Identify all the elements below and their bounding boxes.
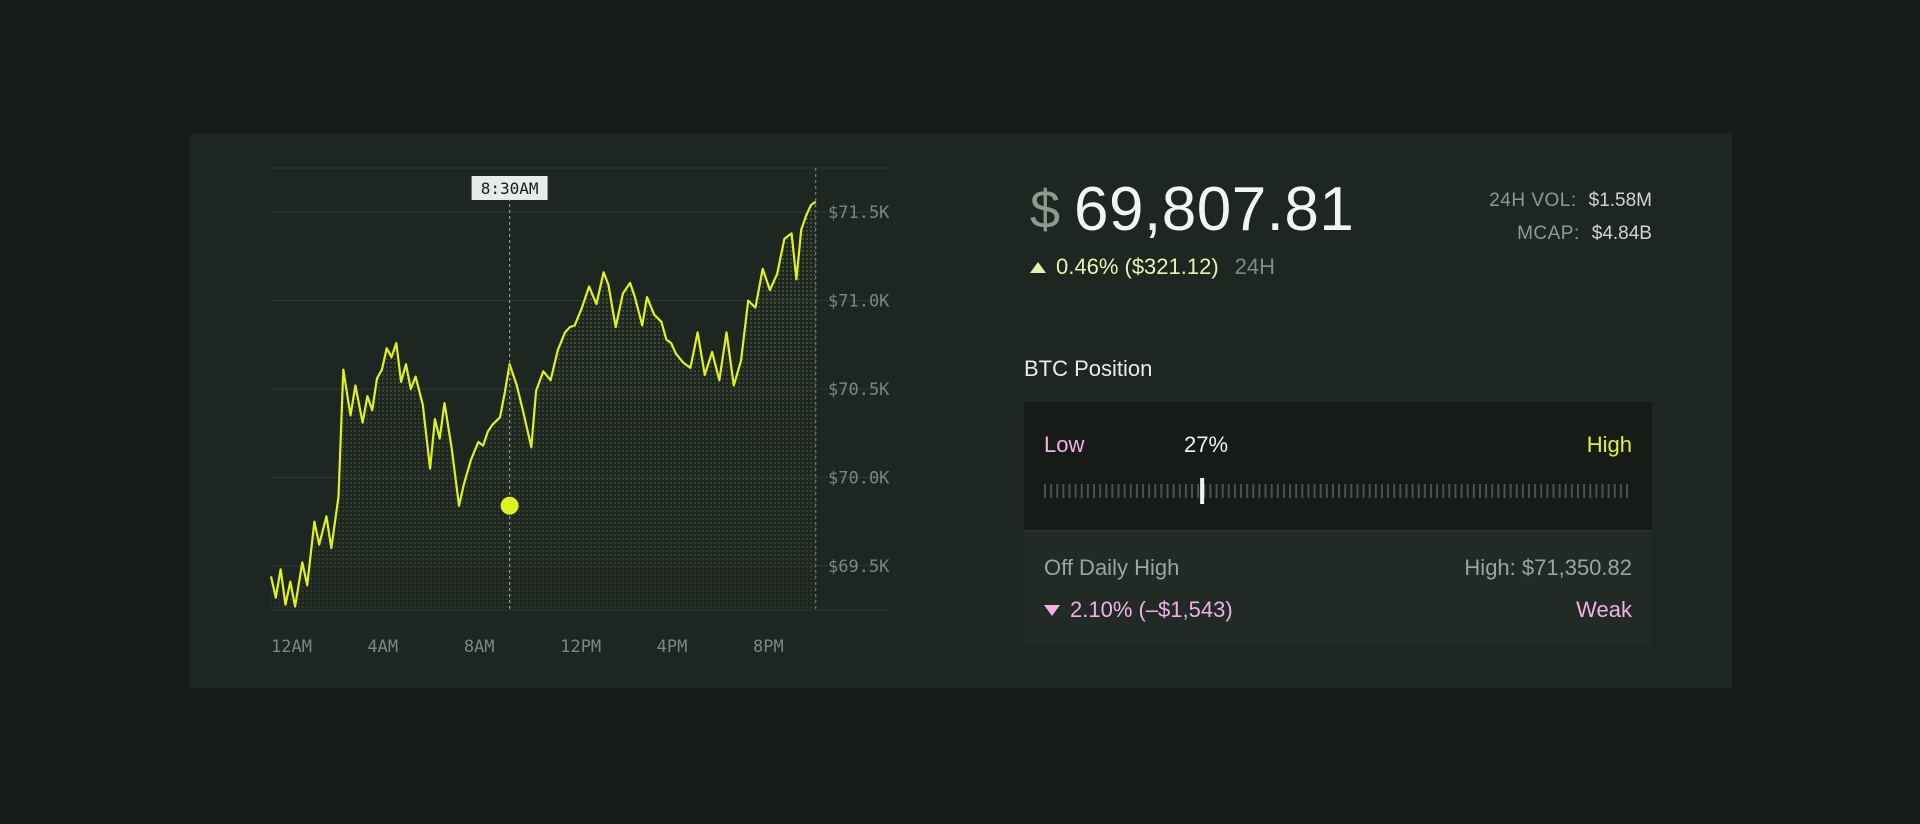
stat-volume: 24H VOL: $1.58M [1489,184,1652,217]
btc-card: $71.5K $71.0K $70.5K $70.0K $69.5K 12AM 4AM 8AM… [190,134,1732,688]
off-daily-high-label: Off Daily High [1044,555,1180,580]
marker-dot [500,496,519,515]
position-title: BTC Position [1024,356,1153,381]
position-indicator[interactable] [1200,478,1205,504]
stat-mcap-label: MCAP: [1517,223,1580,244]
price-chart-svg[interactable]: $71.5K $71.0K $70.5K $70.0K $69.5K 12AM 4AM 8AM… [190,134,1090,688]
daily-high-value: High: $71,350.82 [1464,555,1632,580]
y-tick-label: $70.0K [828,468,890,488]
off-high-change: 2.10% (–$1,543) [1070,597,1233,622]
position-high-label: High [1586,432,1632,457]
down-triangle-icon [1044,604,1060,616]
marker-label: 8:30AM [481,179,539,198]
x-tick-label: 12AM [271,637,312,657]
position-range-bar[interactable] [1044,478,1628,504]
stat-volume-value: $1.58M [1588,190,1652,211]
x-tick-label: 12PM [560,637,601,657]
change-period: 24H [1234,254,1276,279]
up-triangle-icon [1030,261,1046,273]
current-price: 69,807.81 [1074,175,1355,244]
x-tick-label: 8AM [464,637,495,657]
price-chart[interactable]: $71.5K $71.0K $70.5K $70.0K $69.5K 12AM 4AM 8AM… [190,134,1090,688]
change-row: 0.46% ($321.12) 24H [1030,254,1275,280]
stat-mcap: MCAP: $4.84B [1489,217,1652,250]
market-stats: 24H VOL: $1.58M MCAP: $4.84B [1489,184,1652,250]
x-tick-label: 4PM [657,637,688,657]
y-tick-label: $71.0K [828,292,890,312]
y-tick-label: $69.5K [828,557,890,577]
price-change: 0.46% ($321.12) [1056,254,1219,279]
position-range-ticks [1044,478,1628,504]
x-tick-label: 8PM [753,637,784,657]
x-tick-label: 4AM [367,637,398,657]
strength-label: Weak [1576,597,1632,622]
price-row: $ 69,807.81 [1030,174,1354,245]
off-high-change-row: 2.10% (–$1,543) [1044,597,1233,623]
position-panel: Low 27% High [1024,402,1652,530]
stat-mcap-value: $4.84B [1591,223,1652,244]
daily-high-panel: Off Daily High High: $71,350.82 2.10% (–… [1024,530,1652,645]
currency-symbol: $ [1030,179,1061,240]
y-tick-label: $71.5K [828,203,890,223]
position-percent: 27% [1184,432,1229,457]
stat-volume-label: 24H VOL: [1489,190,1577,211]
y-tick-label: $70.5K [828,380,890,400]
position-low-label: Low [1044,432,1085,457]
